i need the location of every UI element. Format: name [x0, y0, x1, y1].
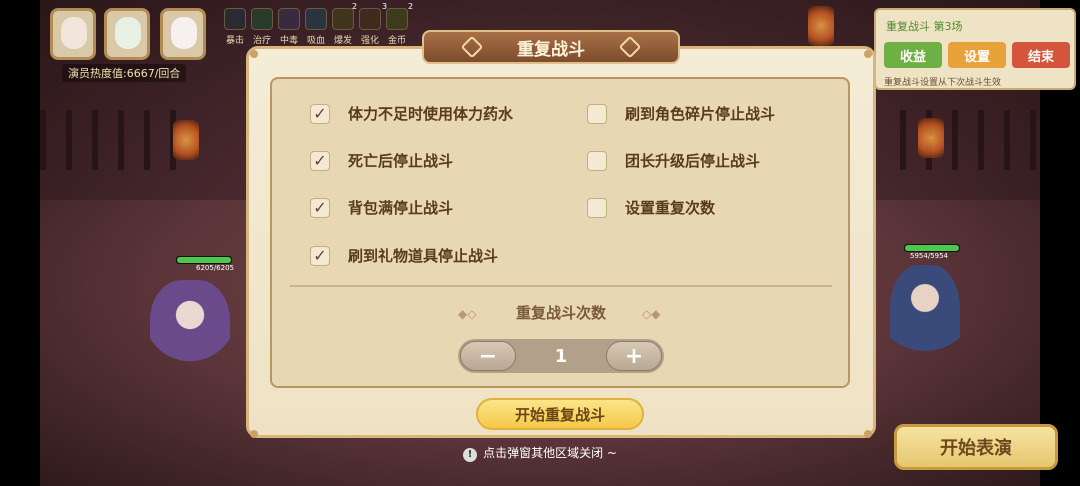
increment-button[interactable]: +: [606, 341, 662, 371]
gold-skill-icon[interactable]: [386, 8, 408, 30]
option-stop-bag-full[interactable]: ✓ 背包满停止战斗: [310, 197, 453, 218]
player-hp-text: 6205/6205: [196, 264, 234, 272]
repeat-battle-panel: 重复战斗 第3场 收益 设置 结束 重复战斗设置从下次战斗生效: [874, 8, 1076, 90]
skill-label: 金币: [387, 36, 406, 46]
checkbox-checked[interactable]: ✓: [310, 150, 330, 171]
lantern-top: [808, 6, 834, 46]
option-label: 设置重复次数: [625, 199, 716, 217]
option-label: 刷到礼物道具停止战斗: [348, 247, 499, 265]
option-label: 背包满停止战斗: [348, 199, 454, 217]
decrement-button[interactable]: −: [460, 341, 516, 371]
repeat-count-title: 重复战斗次数: [515, 304, 606, 322]
skill-count: 2: [352, 2, 358, 11]
lifesteal-skill-icon[interactable]: [305, 8, 327, 30]
skill-label: 吸血: [306, 36, 325, 46]
divider: [290, 285, 832, 287]
lantern-right: [918, 118, 944, 158]
player-character: [150, 280, 230, 380]
enhance-skill-icon[interactable]: [359, 8, 381, 30]
option-label: 刷到角色碎片停止战斗: [625, 105, 776, 123]
enemy-hp-text: 5954/5954: [910, 252, 948, 260]
option-use-stamina-potion[interactable]: ✓ 体力不足时使用体力药水: [310, 103, 513, 124]
dialog-corner-ornament: [864, 430, 872, 438]
burst-skill-icon[interactable]: [332, 8, 354, 30]
skill-label: 强化: [360, 36, 379, 46]
option-stop-gift-item[interactable]: ✓ 刷到礼物道具停止战斗: [310, 245, 498, 266]
option-set-repeat-count[interactable]: 设置重复次数: [587, 197, 715, 218]
enemy-hp-bar: [904, 244, 960, 252]
fence-left: [40, 110, 180, 170]
repeat-battle-status: 重复战斗 第3场: [886, 20, 963, 33]
dialog-corner-ornament: [864, 50, 872, 58]
repeat-settings-note: 重复战斗设置从下次战斗生效: [884, 78, 1002, 88]
option-stop-on-death[interactable]: ✓ 死亡后停止战斗: [310, 150, 453, 171]
title-ornament-icon: [618, 35, 642, 59]
skill-count: 2: [408, 2, 414, 11]
checkbox-unchecked[interactable]: [587, 103, 607, 124]
info-icon: !: [463, 448, 478, 462]
skill-label: 中毒: [279, 36, 298, 46]
crit-skill-icon[interactable]: [224, 8, 246, 30]
close-hint: ! 点击弹窗其他区域关闭 ~: [0, 444, 1080, 462]
heat-display: 演员热度值:6667/回合: [62, 64, 187, 82]
skill-label: 暴击: [225, 36, 244, 46]
heat-value: 6667/回合: [126, 67, 181, 80]
player-hp-bar: [176, 256, 232, 264]
close-hint-text: 点击弹窗其他区域关闭 ~: [483, 446, 617, 460]
checkbox-unchecked[interactable]: [587, 150, 607, 171]
option-stop-character-fragment[interactable]: 刷到角色碎片停止战斗: [587, 103, 775, 124]
hero-portrait-2[interactable]: [104, 8, 150, 60]
checkbox-unchecked[interactable]: [587, 197, 607, 218]
dialog-title: 重复战斗: [517, 39, 585, 60]
hero-portrait-1[interactable]: [50, 8, 96, 60]
repeat-count-value: 1: [554, 345, 568, 367]
title-ornament-icon: [460, 35, 484, 59]
end-button[interactable]: 结束: [1012, 42, 1070, 68]
dialog-corner-ornament: [250, 430, 258, 438]
dialog-corner-ornament: [250, 50, 258, 58]
checkbox-checked[interactable]: ✓: [310, 197, 330, 218]
option-stop-leader-levelup[interactable]: 团长升级后停止战斗: [587, 150, 760, 171]
poison-skill-icon[interactable]: [278, 8, 300, 30]
option-label: 团长升级后停止战斗: [625, 152, 761, 170]
settings-button[interactable]: 设置: [948, 42, 1006, 68]
ornament-right-icon: ◇◆: [642, 307, 661, 321]
option-label: 体力不足时使用体力药水: [348, 105, 514, 123]
start-repeat-battle-button[interactable]: 开始重复战斗: [476, 398, 644, 430]
heal-skill-icon[interactable]: [251, 8, 273, 30]
skill-label: 治疗: [252, 36, 271, 46]
dialog-title-banner: 重复战斗: [422, 30, 680, 64]
checkbox-checked[interactable]: ✓: [310, 245, 330, 266]
enemy-character: [890, 265, 960, 375]
repeat-count-stepper: − 1 +: [458, 339, 664, 373]
rewards-button[interactable]: 收益: [884, 42, 942, 68]
hero-portrait-3[interactable]: [160, 8, 206, 60]
skill-count: 3: [382, 2, 388, 11]
option-label: 死亡后停止战斗: [348, 152, 454, 170]
skill-label: 爆发: [333, 36, 352, 46]
lantern-left: [173, 120, 199, 160]
heat-label: 演员热度值:: [68, 67, 127, 80]
checkbox-checked[interactable]: ✓: [310, 103, 330, 124]
